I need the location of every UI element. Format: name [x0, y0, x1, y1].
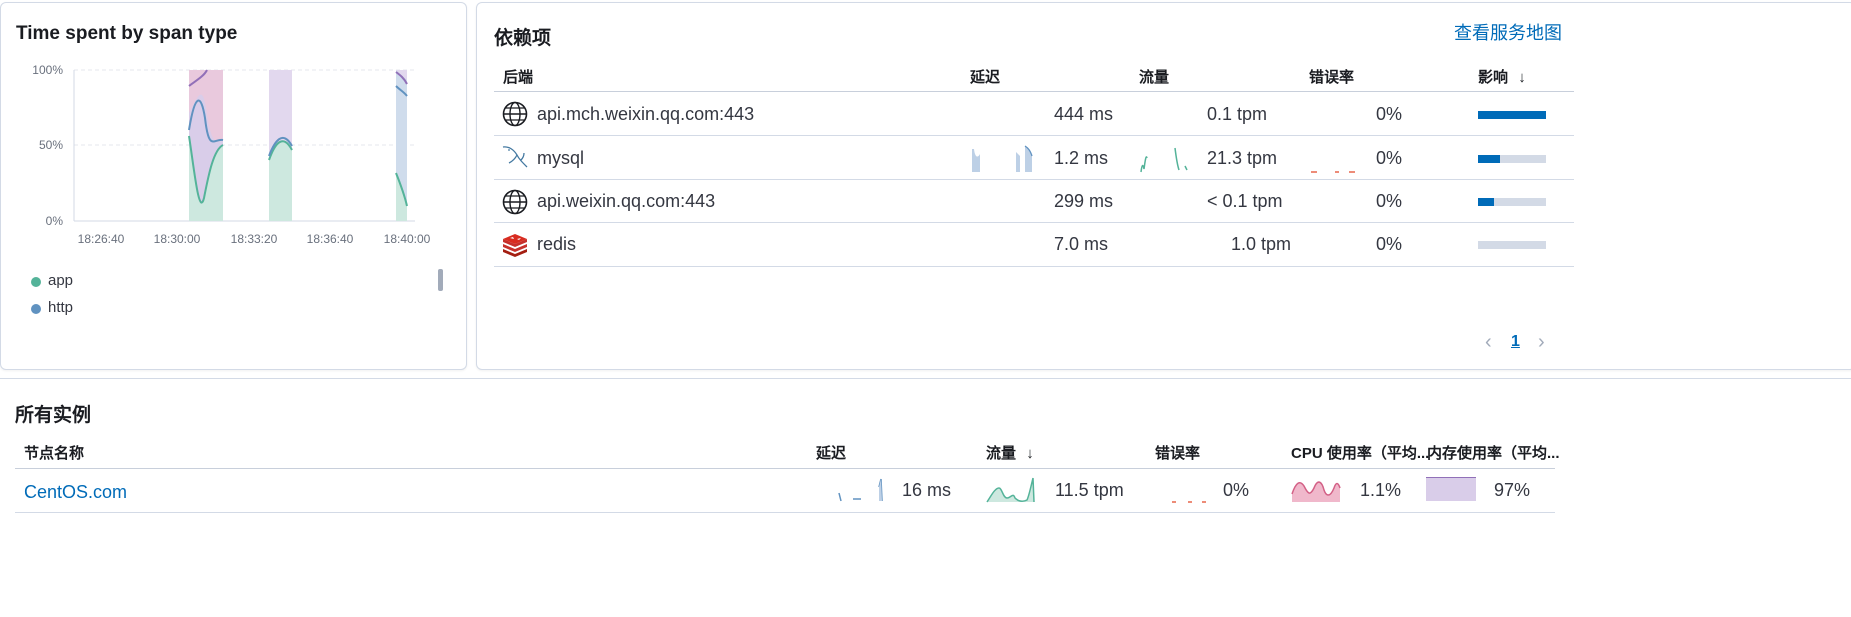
row-divider	[494, 266, 1574, 267]
impact-header-label: 影响	[1478, 69, 1509, 86]
y-tick-label: 0%	[46, 214, 64, 228]
x-tick-label: 18:30:00	[154, 232, 201, 246]
cpu-sparkline	[1291, 481, 1341, 502]
globe-icon	[502, 189, 528, 215]
dependency-name[interactable]: redis	[537, 234, 576, 255]
dependency-row[interactable]: redis 7.0 ms 1.0 tpm 0%	[494, 223, 1574, 266]
span-segment-2	[268, 70, 293, 221]
column-header-latency[interactable]: 延迟	[816, 442, 846, 463]
throughput-sparkline	[1140, 147, 1188, 173]
latency-sparkline	[972, 145, 1033, 172]
globe-icon	[502, 101, 528, 127]
deps-panel-title: 依赖项	[494, 28, 552, 49]
error-rate-sparkline	[1311, 171, 1355, 173]
impact-bar-fill	[1478, 111, 1546, 119]
column-header-memory[interactable]: 内存使用率（平均...	[1427, 442, 1560, 463]
span-segment-1	[188, 69, 224, 221]
dependency-latency: 299 ms	[1054, 191, 1114, 211]
x-tick-label: 18:40:00	[384, 232, 431, 246]
column-header-backend[interactable]: 后端	[503, 66, 533, 87]
span-type-chart: 100% 50% 0% 18:26:40 18:30:00 18:33:20 1…	[32, 63, 431, 246]
dependency-throughput: 21.3 tpm	[1207, 148, 1278, 168]
pagination-prev-icon[interactable]: ‹	[1485, 331, 1492, 354]
dependency-latency: 7.0 ms	[1054, 234, 1109, 254]
instances-panel: 所有实例 节点名称 延迟 流量 ↓ 错误率 CPU 使用率（平均... 内存使用…	[0, 378, 1851, 617]
legend-item-http[interactable]: http	[31, 298, 151, 318]
instance-latency: 16 ms	[902, 480, 952, 500]
impact-bar	[1478, 241, 1546, 249]
impact-bar-fill	[1478, 198, 1495, 206]
dependency-row[interactable]: mysql 1.2 ms 21.3 tpm 0%	[494, 136, 1574, 179]
dependency-throughput: < 0.1 tpm	[1207, 191, 1283, 211]
legend-item-app[interactable]: app	[31, 271, 151, 291]
pagination-next-icon[interactable]: ›	[1538, 331, 1545, 354]
error-rate-sparkline	[1172, 501, 1206, 503]
column-header-error-rate[interactable]: 错误率	[1155, 442, 1200, 463]
instances-panel-title: 所有实例	[15, 405, 92, 426]
legend-scrollbar[interactable]	[438, 269, 443, 291]
dependency-throughput: 0.1 tpm	[1207, 104, 1268, 124]
memory-sparkline	[1426, 477, 1476, 501]
dependency-row[interactable]: api.weixin.qq.com:443 299 ms < 0.1 tpm 0…	[494, 180, 1574, 223]
dependency-name[interactable]: mysql	[537, 148, 584, 169]
instance-row[interactable]: CentOS.com 16 ms 11.5 tpm 0% 1.1% 97%	[15, 469, 1555, 513]
dependency-error-rate: 0%	[1376, 104, 1403, 124]
span-segment-3	[395, 70, 408, 221]
throughput-header-label: 流量	[986, 445, 1017, 462]
dependency-latency: 1.2 ms	[1054, 148, 1109, 168]
instance-memory: 97%	[1494, 480, 1531, 500]
dependency-error-rate: 0%	[1376, 191, 1403, 211]
sort-desc-icon: ↓	[1518, 69, 1526, 86]
dependencies-panel: 依赖项 查看服务地图 后端 延迟 流量 错误率 影响 ↓ api.mch.wei…	[476, 2, 1851, 370]
y-tick-label: 100%	[32, 63, 63, 77]
column-header-throughput[interactable]: 流量 ↓	[986, 442, 1034, 463]
y-tick-label: 50%	[39, 138, 63, 152]
sort-desc-icon: ↓	[1026, 445, 1034, 462]
column-header-latency[interactable]: 延迟	[970, 66, 1000, 87]
legend-dot-app	[31, 277, 41, 287]
dependency-name[interactable]: api.mch.weixin.qq.com:443	[537, 104, 754, 125]
latency-sparkline	[838, 478, 883, 502]
dependency-name[interactable]: api.weixin.qq.com:443	[537, 191, 715, 212]
impact-bar	[1478, 111, 1546, 119]
instance-throughput: 11.5 tpm	[1055, 480, 1124, 500]
row-divider	[15, 512, 1555, 513]
x-tick-label: 18:36:40	[307, 232, 354, 246]
legend-label-http: http	[48, 299, 74, 316]
legend-dot-http	[31, 304, 41, 314]
pagination-page-1[interactable]: 1	[1511, 333, 1520, 351]
service-map-link[interactable]: 查看服务地图	[1454, 19, 1562, 45]
instance-error-rate: 0%	[1223, 480, 1250, 500]
span-panel-title: Time spent by span type	[16, 23, 238, 44]
instance-cpu: 1.1%	[1360, 480, 1402, 500]
instance-name-link[interactable]: CentOS.com	[24, 482, 127, 503]
dependency-error-rate: 0%	[1376, 148, 1403, 168]
mysql-icon	[502, 146, 528, 168]
column-header-cpu[interactable]: CPU 使用率（平均...	[1291, 442, 1429, 463]
legend-label-app: app	[48, 272, 74, 289]
x-tick-label: 18:26:40	[78, 232, 125, 246]
span-type-panel: Time spent by span type 100% 50% 0% 18:2…	[0, 2, 467, 370]
dependency-row[interactable]: api.mch.weixin.qq.com:443 444 ms 0.1 tpm…	[494, 92, 1574, 135]
x-tick-label: 18:33:20	[231, 232, 278, 246]
dependency-latency: 444 ms	[1054, 104, 1114, 124]
throughput-sparkline	[986, 477, 1035, 503]
impact-bar-fill	[1478, 155, 1501, 163]
column-header-throughput[interactable]: 流量	[1139, 66, 1169, 87]
dependency-throughput: 1.0 tpm	[1231, 234, 1292, 254]
column-header-error-rate[interactable]: 错误率	[1309, 66, 1354, 87]
column-header-impact[interactable]: 影响 ↓	[1478, 66, 1526, 87]
redis-icon	[503, 234, 527, 257]
column-header-node-name[interactable]: 节点名称	[24, 442, 84, 463]
impact-bar	[1478, 198, 1546, 206]
impact-bar	[1478, 155, 1546, 163]
dependency-error-rate: 0%	[1376, 234, 1403, 254]
